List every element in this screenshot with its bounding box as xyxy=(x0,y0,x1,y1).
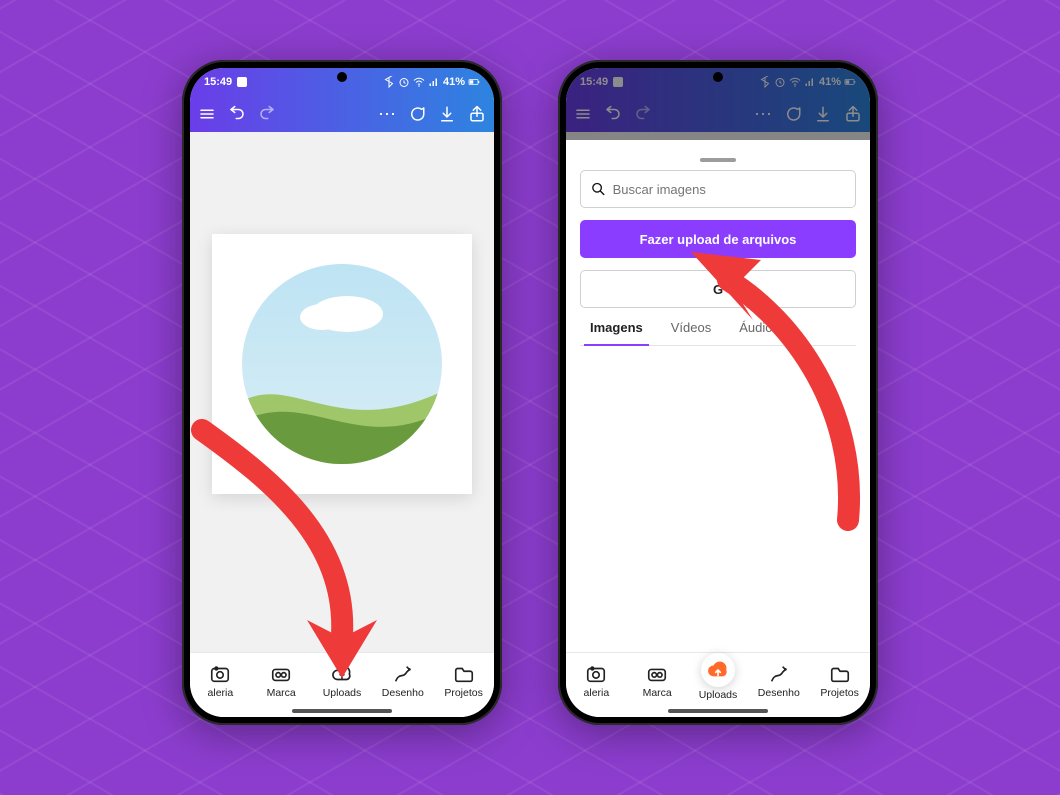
bluetooth-icon xyxy=(759,76,771,88)
bottom-nav: aleria Marca Uploads Desenho Projetos xyxy=(190,652,494,717)
nav-desenho[interactable]: Desenho xyxy=(372,663,433,699)
alarm-icon xyxy=(398,76,410,88)
top-toolbar: ⋯ xyxy=(190,96,494,132)
folder-icon xyxy=(453,663,475,685)
share-icon[interactable] xyxy=(844,105,862,123)
phone-mock-left: 15:49 41% ⋯ xyxy=(182,60,502,725)
secondary-button[interactable]: G xyxy=(580,270,856,308)
redo-icon[interactable] xyxy=(634,105,652,123)
nav-marca[interactable]: Marca xyxy=(251,663,312,699)
brand-icon xyxy=(646,663,668,685)
nav-desenho[interactable]: Desenho xyxy=(748,663,809,699)
status-time: 15:49 xyxy=(580,76,608,88)
app-icon xyxy=(612,76,624,88)
nav-galeria[interactable]: aleria xyxy=(190,663,251,699)
sheet-handle[interactable] xyxy=(700,158,736,162)
search-field[interactable] xyxy=(580,170,856,208)
redo-icon[interactable] xyxy=(258,105,276,123)
undo-icon[interactable] xyxy=(604,105,622,123)
upload-files-button[interactable]: Fazer upload de arquivos xyxy=(580,220,856,258)
canvas-page[interactable] xyxy=(212,234,472,494)
status-time: 15:49 xyxy=(204,76,232,88)
nav-label: Projetos xyxy=(444,687,483,699)
cloud-upload-icon xyxy=(331,663,353,685)
camera-cutout xyxy=(713,72,723,82)
menu-icon[interactable] xyxy=(574,105,592,123)
gallery-icon xyxy=(585,663,607,685)
nav-projetos[interactable]: Projetos xyxy=(809,663,870,699)
nav-label: Uploads xyxy=(323,687,362,699)
dimmed-canvas-peek xyxy=(566,132,870,140)
draw-icon xyxy=(768,663,790,685)
alarm-icon xyxy=(774,76,786,88)
design-canvas[interactable] xyxy=(190,132,494,652)
menu-icon[interactable] xyxy=(198,105,216,123)
nav-label: aleria xyxy=(584,687,610,699)
home-indicator xyxy=(668,709,768,713)
download-icon[interactable] xyxy=(438,105,456,123)
share-icon[interactable] xyxy=(468,105,486,123)
camera-cutout xyxy=(337,72,347,82)
nav-label: Desenho xyxy=(382,687,424,699)
nav-label: Projetos xyxy=(820,687,859,699)
folder-icon xyxy=(829,663,851,685)
uploads-sheet: Fazer upload de arquivos G Imagens Vídeo… xyxy=(566,148,870,652)
top-toolbar: ⋯ xyxy=(566,96,870,132)
nav-label: Marca xyxy=(643,687,672,699)
cloud-upload-icon xyxy=(707,659,729,681)
nav-galeria[interactable]: aleria xyxy=(566,663,627,699)
battery-icon xyxy=(468,76,480,88)
more-icon[interactable]: ⋯ xyxy=(754,105,772,123)
brand-icon xyxy=(270,663,292,685)
wifi-icon xyxy=(789,76,801,88)
nav-label: aleria xyxy=(208,687,234,699)
signal-icon xyxy=(428,76,440,88)
more-icon[interactable]: ⋯ xyxy=(378,105,396,123)
battery-text: 41% xyxy=(443,76,465,88)
home-indicator xyxy=(292,709,392,713)
tab-audios[interactable]: Áudios xyxy=(739,320,779,345)
tab-videos[interactable]: Vídeos xyxy=(671,320,711,345)
signal-icon xyxy=(804,76,816,88)
nav-label: Desenho xyxy=(758,687,800,699)
search-input[interactable] xyxy=(613,182,845,197)
nav-marca[interactable]: Marca xyxy=(627,663,688,699)
uploads-tabs: Imagens Vídeos Áudios xyxy=(580,314,856,346)
battery-icon xyxy=(844,76,856,88)
landscape-placeholder xyxy=(237,259,447,469)
download-icon[interactable] xyxy=(814,105,832,123)
tab-imagens[interactable]: Imagens xyxy=(590,320,643,345)
app-icon xyxy=(236,76,248,88)
comment-icon[interactable] xyxy=(408,105,426,123)
nav-projetos[interactable]: Projetos xyxy=(433,663,494,699)
bottom-nav: aleria Marca Uploads Desenho Projetos xyxy=(566,652,870,717)
nav-label: Uploads xyxy=(699,689,738,701)
nav-label: Marca xyxy=(267,687,296,699)
battery-text: 41% xyxy=(819,76,841,88)
nav-uploads[interactable]: Uploads xyxy=(688,661,749,701)
undo-icon[interactable] xyxy=(228,105,246,123)
phone-mock-right: 15:49 41% ⋯ xyxy=(558,60,878,725)
search-icon xyxy=(591,181,606,197)
nav-uploads[interactable]: Uploads xyxy=(312,663,373,699)
comment-icon[interactable] xyxy=(784,105,802,123)
wifi-icon xyxy=(413,76,425,88)
draw-icon xyxy=(392,663,414,685)
bluetooth-icon xyxy=(383,76,395,88)
gallery-icon xyxy=(209,663,231,685)
